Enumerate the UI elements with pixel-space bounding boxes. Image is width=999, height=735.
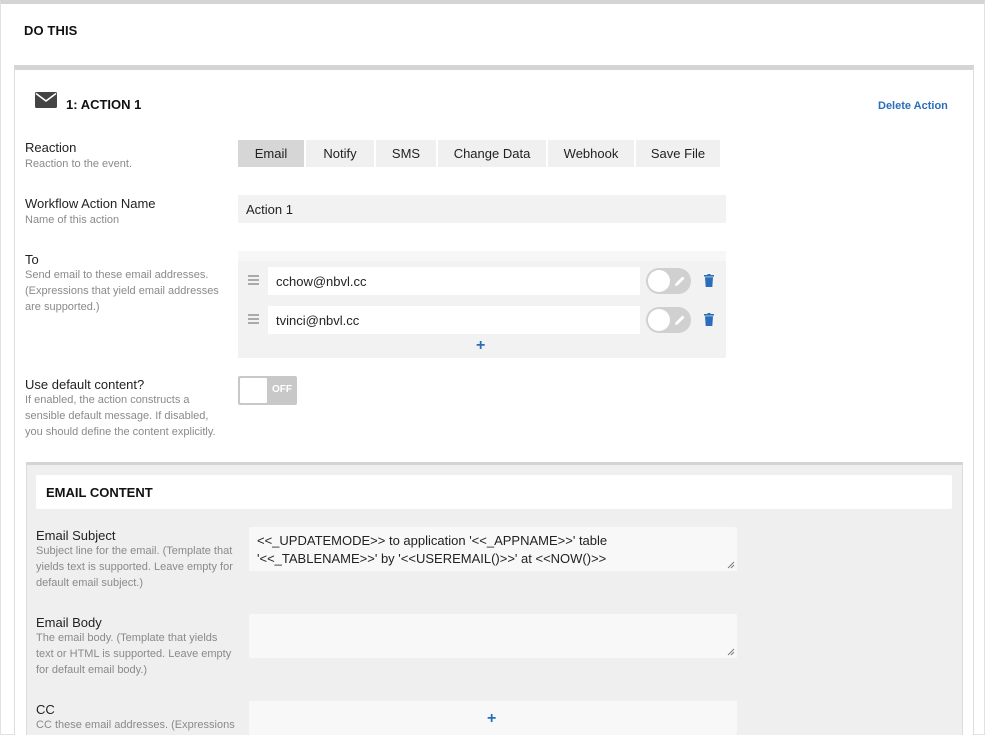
email-row: cchow@nbvl.cc <box>238 266 726 298</box>
email-input[interactable]: tvinci@nbvl.cc <box>268 306 640 334</box>
reaction-email-button[interactable]: Email <box>238 140 304 167</box>
drag-handle-icon[interactable] <box>248 314 259 324</box>
drag-handle-icon[interactable] <box>248 275 259 285</box>
email-subject-value: <<_UPDATEMODE>> to application '<<_APPNA… <box>257 533 608 566</box>
reaction-help: Reaction to the event. <box>25 158 133 170</box>
email-subject-help: Subject line for the email. (Template th… <box>36 545 233 589</box>
default-content-label: Use default content? <box>25 377 145 392</box>
email-body-label: Email Body <box>36 615 102 630</box>
reaction-save-file-button[interactable]: Save File <box>636 140 720 167</box>
expression-toggle[interactable] <box>646 307 691 333</box>
pencil-icon <box>675 276 685 286</box>
cc-help: CC these email addresses. (Expressions <box>36 719 235 731</box>
reaction-webhook-button[interactable]: Webhook <box>548 140 634 167</box>
email-row: tvinci@nbvl.cc <box>238 305 726 337</box>
email-body-input[interactable] <box>249 614 737 658</box>
cc-label: CC <box>36 702 55 717</box>
email-body-help: The email body. (Template that yields te… <box>36 632 232 676</box>
trash-icon[interactable] <box>704 313 714 326</box>
resize-grip-icon[interactable] <box>727 561 735 569</box>
reaction-sms-button[interactable]: SMS <box>376 140 436 167</box>
reaction-change-data-button[interactable]: Change Data <box>438 140 546 167</box>
envelope-icon <box>35 92 57 108</box>
action-title: 1: ACTION 1 <box>66 97 142 112</box>
pencil-icon <box>675 315 685 325</box>
to-email-list: cchow@nbvl.cc tvinci@nbvl.cc + <box>238 251 726 358</box>
action-name-help: Name of this action <box>25 214 120 226</box>
section-title: DO THIS <box>24 23 78 38</box>
email-content-title: EMAIL CONTENT <box>46 485 153 500</box>
action-name-label: Workflow Action Name <box>25 196 156 211</box>
delete-action-link[interactable]: Delete Action <box>878 100 948 112</box>
toggle-off-text: OFF <box>272 384 292 395</box>
trash-icon[interactable] <box>704 274 714 287</box>
reaction-label: Reaction <box>25 140 77 155</box>
email-subject-input[interactable]: <<_UPDATEMODE>> to application '<<_APPNA… <box>249 527 737 571</box>
email-subject-label: Email Subject <box>36 528 116 543</box>
email-content-header <box>36 475 952 509</box>
reaction-notify-button[interactable]: Notify <box>306 140 374 167</box>
to-label: To <box>25 252 39 267</box>
add-cc-button[interactable]: + <box>487 710 496 728</box>
default-content-help: If enabled, the action constructs a sens… <box>25 394 216 438</box>
expression-toggle[interactable] <box>646 268 691 294</box>
resize-grip-icon[interactable] <box>727 648 735 656</box>
add-email-button[interactable]: + <box>476 337 485 355</box>
action-name-input[interactable]: Action 1 <box>238 195 726 223</box>
to-help: Send email to these email addresses. (Ex… <box>25 269 219 313</box>
email-input[interactable]: cchow@nbvl.cc <box>268 267 640 295</box>
reaction-segmented-control: Email Notify SMS Change Data Webhook Sav… <box>238 140 720 167</box>
default-content-toggle[interactable]: OFF <box>238 376 297 405</box>
